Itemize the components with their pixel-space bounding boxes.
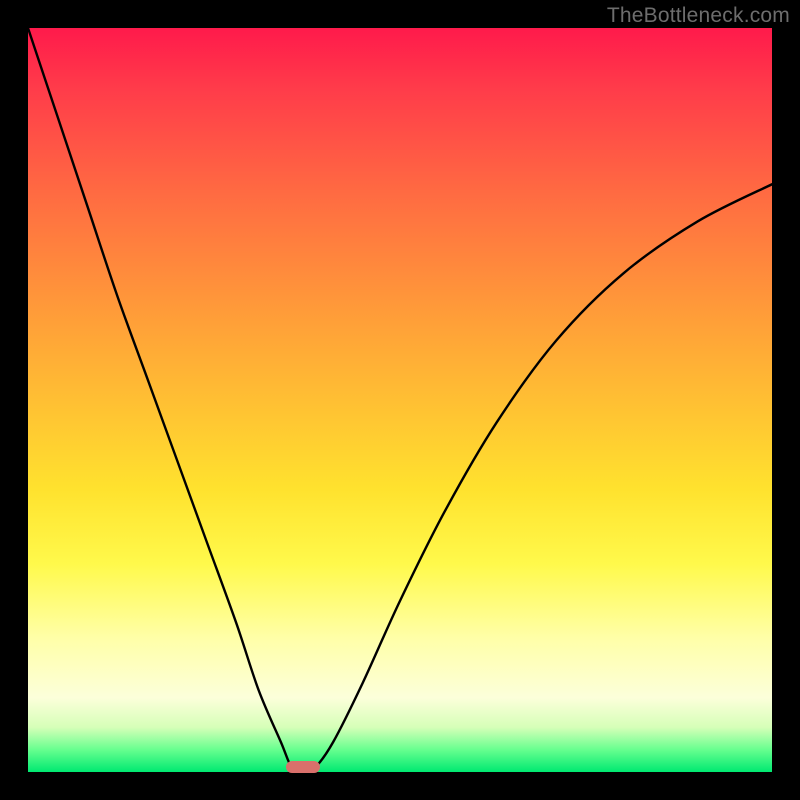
optimum-marker: [286, 761, 320, 773]
watermark-text: TheBottleneck.com: [607, 4, 790, 28]
chart-frame: TheBottleneck.com: [0, 0, 800, 800]
plot-area: [28, 28, 772, 772]
bottleneck-curve: [28, 28, 772, 772]
